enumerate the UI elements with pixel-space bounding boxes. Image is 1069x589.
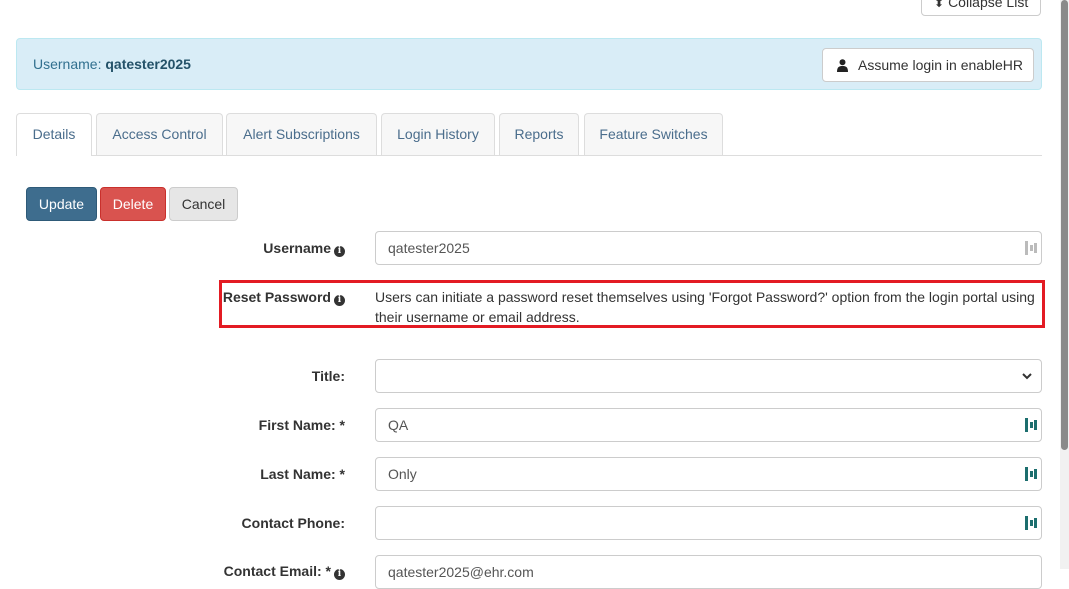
tab-login-history[interactable]: Login History	[381, 113, 495, 155]
first-name-label: First Name: *	[258, 417, 345, 433]
collapse-list-button[interactable]: ⬍ Collapse List	[921, 0, 1041, 16]
password-manager-icon[interactable]	[1025, 467, 1037, 481]
tab-reports[interactable]: Reports	[499, 113, 579, 155]
collapse-list-label: Collapse List	[948, 0, 1029, 10]
reset-password-description: Users can initiate a password reset them…	[375, 289, 1035, 325]
username-field[interactable]: qatester2025	[375, 231, 1042, 265]
username-label: Username i	[263, 240, 345, 257]
tab-feature-switches[interactable]: Feature Switches	[584, 113, 723, 155]
info-icon[interactable]: i	[334, 295, 345, 306]
password-manager-icon[interactable]	[1025, 241, 1037, 255]
password-manager-icon[interactable]	[1025, 418, 1037, 432]
tab-bar: Details Access Control Alert Subscriptio…	[16, 113, 1042, 156]
title-select[interactable]	[375, 359, 1042, 393]
password-manager-icon[interactable]	[1025, 516, 1037, 530]
username-value: qatester2025	[105, 56, 191, 72]
username-display: Username: qatester2025	[33, 56, 191, 72]
assume-login-label: Assume login in enableHR	[858, 57, 1023, 73]
contact-phone-field[interactable]	[375, 506, 1042, 540]
reset-password-label: Reset Password i	[223, 289, 345, 306]
contact-phone-label: Contact Phone:	[241, 515, 345, 531]
collapse-icon: ⬍	[934, 0, 945, 10]
contact-email-label: Contact Email: * i	[224, 563, 345, 580]
update-button[interactable]: Update	[26, 187, 97, 221]
username-banner: Username: qatester2025 Assume login in e…	[16, 38, 1042, 90]
assume-login-button[interactable]: Assume login in enableHR	[822, 48, 1034, 82]
delete-button[interactable]: Delete	[100, 187, 166, 221]
tab-access-control[interactable]: Access Control	[96, 113, 223, 155]
info-icon[interactable]: i	[334, 246, 345, 257]
title-label: Title:	[311, 368, 345, 384]
cancel-button[interactable]: Cancel	[169, 187, 238, 221]
contact-email-field[interactable]: qatester2025@ehr.com	[375, 555, 1042, 589]
tab-alert-subscriptions[interactable]: Alert Subscriptions	[226, 113, 377, 155]
last-name-field[interactable]: Only	[375, 457, 1042, 491]
tab-details[interactable]: Details	[16, 113, 92, 156]
user-icon	[837, 59, 848, 72]
first-name-field[interactable]: QA	[375, 408, 1042, 442]
page-scrollbar[interactable]	[1060, 0, 1069, 569]
chevron-down-icon	[1022, 373, 1032, 380]
last-name-label: Last Name: *	[260, 466, 345, 482]
scrollbar-thumb[interactable]	[1061, 0, 1068, 450]
info-icon[interactable]: i	[334, 569, 345, 580]
